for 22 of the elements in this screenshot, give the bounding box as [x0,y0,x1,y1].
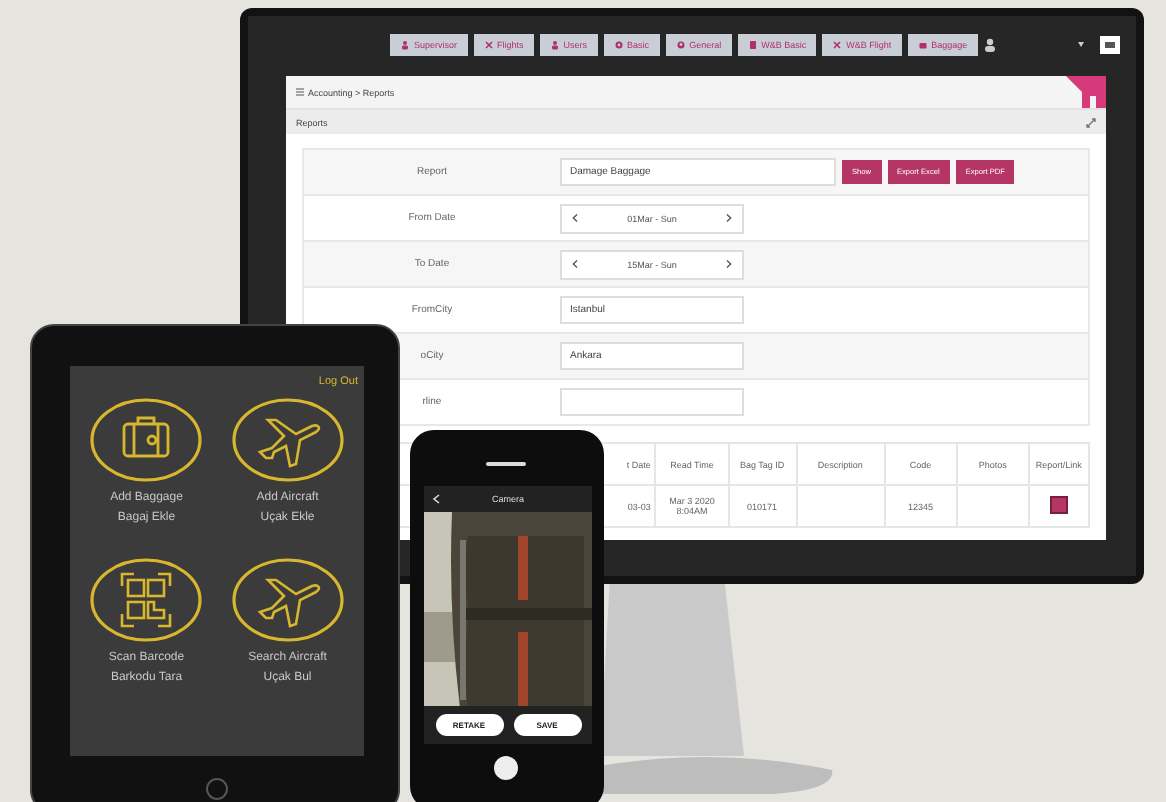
dropdown-caret-icon[interactable] [1078,41,1084,47]
person-icon [400,39,410,49]
expand-icon[interactable] [1086,117,1096,127]
airplane-icon[interactable] [227,396,348,484]
back-icon[interactable] [432,494,440,504]
next-icon [725,214,732,222]
qr-code-icon[interactable] [86,556,207,644]
input-field[interactable] [560,388,744,416]
report-link-button[interactable] [1049,496,1068,514]
cross-icon [483,39,494,49]
previous-icon [572,260,578,268]
cross-icon [832,39,843,49]
home-button[interactable] [494,756,518,780]
previous-icon [572,214,578,222]
person-icon [549,39,560,49]
corner-logo-icon [1066,76,1106,108]
document-icon [747,39,758,49]
airplane-icon[interactable] [227,556,348,644]
suitcase-icon[interactable] [86,396,207,484]
next-icon [725,260,732,268]
user-icon[interactable] [983,37,996,51]
briefcase-icon [917,39,928,49]
